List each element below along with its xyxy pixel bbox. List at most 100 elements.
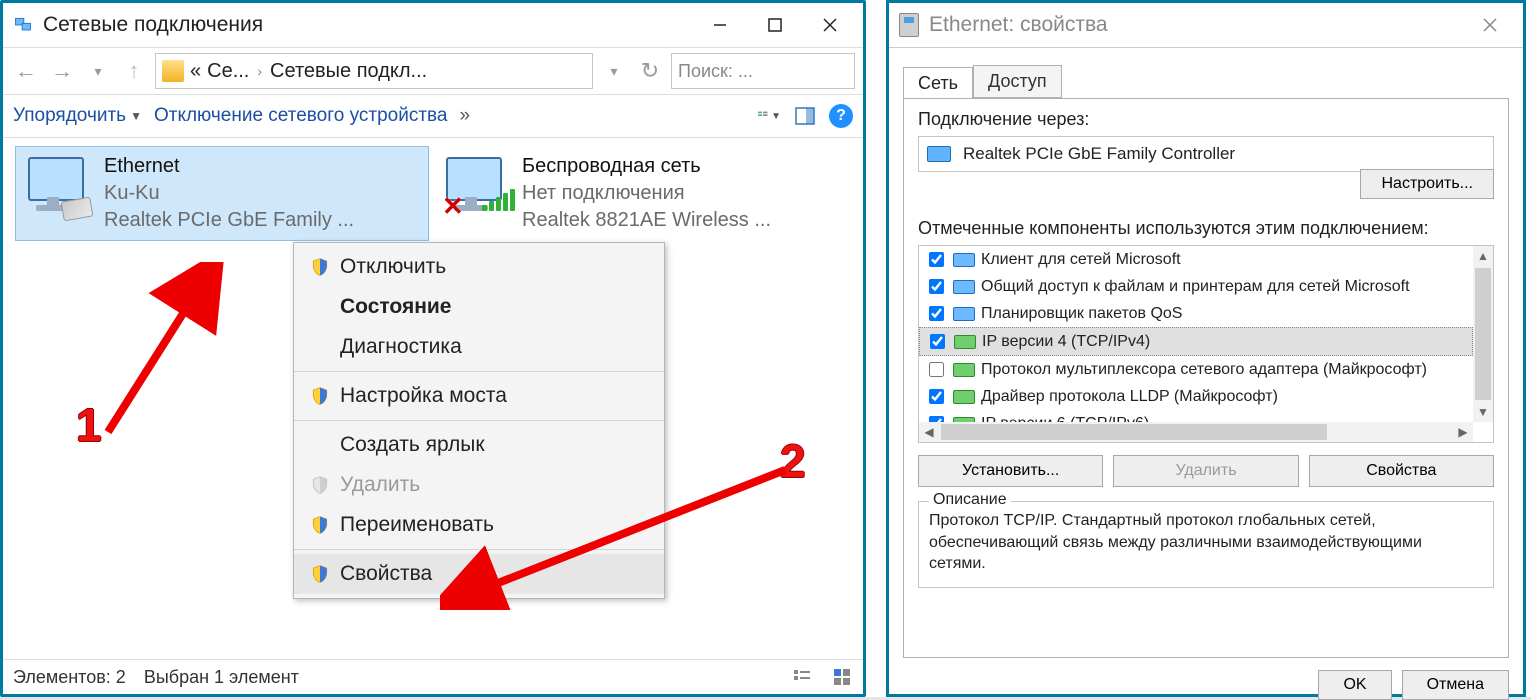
adapter-name: Realtek PCIe GbE Family Controller bbox=[963, 144, 1235, 164]
component-checkbox[interactable] bbox=[930, 334, 945, 349]
configure-button[interactable]: Настроить... bbox=[1360, 169, 1494, 199]
adapter-box[interactable]: Realtek PCIe GbE Family Controller bbox=[918, 136, 1494, 172]
remove-button: Удалить bbox=[1113, 455, 1298, 487]
breadcrumb-part[interactable]: Сетевые подкл... bbox=[270, 60, 427, 83]
scroll-thumb[interactable] bbox=[1475, 268, 1491, 400]
navigation-bar: ← → ▾ ↑ « Се... › Сетевые подкл... ▾ ↻ П… bbox=[3, 47, 863, 95]
scroll-thumb[interactable] bbox=[941, 424, 1327, 440]
component-buttons: Установить... Удалить Свойства bbox=[918, 455, 1494, 487]
scroll-down-icon[interactable]: ▼ bbox=[1473, 402, 1493, 422]
shield-icon bbox=[310, 257, 330, 277]
component-checkbox[interactable] bbox=[929, 306, 944, 321]
separator bbox=[294, 549, 664, 550]
menu-label: Настройка моста bbox=[340, 384, 648, 408]
component-checkbox[interactable] bbox=[929, 362, 944, 377]
preview-pane-button[interactable] bbox=[793, 104, 817, 128]
monitor-icon bbox=[953, 279, 975, 295]
component-row[interactable]: IP версии 4 (TCP/IPv4) bbox=[919, 327, 1473, 356]
more-commands-button[interactable]: » bbox=[460, 105, 471, 127]
components-list: Клиент для сетей MicrosoftОбщий доступ к… bbox=[918, 245, 1494, 443]
menu-properties[interactable]: Свойства bbox=[294, 554, 664, 594]
button-label: Свойства bbox=[1366, 462, 1436, 479]
back-button[interactable]: ← bbox=[11, 56, 41, 86]
disable-device-button[interactable]: Отключение сетевого устройства bbox=[154, 105, 448, 127]
component-row[interactable]: Общий доступ к файлам и принтерам для се… bbox=[919, 273, 1473, 300]
close-button[interactable] bbox=[802, 5, 857, 45]
component-checkbox[interactable] bbox=[929, 252, 944, 267]
disable-device-label: Отключение сетевого устройства bbox=[154, 105, 448, 127]
folder-icon bbox=[162, 60, 184, 82]
nic-card-icon bbox=[953, 362, 975, 378]
details-view-icon[interactable] bbox=[791, 666, 813, 688]
menu-disable[interactable]: Отключить bbox=[294, 247, 664, 287]
scroll-left-icon[interactable]: ◀ bbox=[919, 422, 939, 442]
component-row[interactable]: Протокол мультиплексора сетевого адаптер… bbox=[919, 356, 1473, 383]
forward-button[interactable]: → bbox=[47, 56, 77, 86]
ok-button[interactable]: OK bbox=[1318, 670, 1391, 700]
help-button[interactable]: ? bbox=[829, 104, 853, 128]
button-label: Удалить bbox=[1175, 462, 1236, 479]
signal-bars-icon bbox=[482, 189, 515, 211]
menu-rename[interactable]: Переименовать bbox=[294, 505, 664, 545]
component-row[interactable]: Планировщик пакетов QoS bbox=[919, 300, 1473, 327]
connection-wireless[interactable]: ✕ Беспроводная сеть Нет подключения Real… bbox=[433, 146, 847, 241]
history-dropdown[interactable]: ▾ bbox=[83, 56, 113, 86]
tab-network[interactable]: Сеть bbox=[903, 67, 973, 99]
component-label: Планировщик пакетов QoS bbox=[981, 305, 1182, 323]
scroll-right-icon[interactable]: ▶ bbox=[1453, 422, 1473, 442]
component-checkbox[interactable] bbox=[929, 389, 944, 404]
view-options-button[interactable]: ▼ bbox=[757, 104, 781, 128]
connection-device: Realtek PCIe GbE Family ... bbox=[104, 207, 354, 234]
large-icons-view-icon[interactable] bbox=[831, 666, 853, 688]
breadcrumb-dropdown[interactable]: ▾ bbox=[599, 56, 629, 86]
adapter-icon bbox=[927, 144, 955, 164]
connection-ethernet[interactable]: Ethernet Ku-Ku Realtek PCIe GbE Family .… bbox=[15, 146, 429, 241]
context-menu: Отключить Состояние Диагностика Настройк… bbox=[293, 242, 665, 599]
component-checkbox[interactable] bbox=[929, 279, 944, 294]
description-text: Протокол TCP/IP. Стандартный протокол гл… bbox=[929, 510, 1483, 575]
connection-status: Нет подключения bbox=[522, 180, 771, 207]
more-commands-label: » bbox=[460, 105, 471, 127]
menu-label: Свойства bbox=[340, 562, 648, 586]
properties-button[interactable]: Свойства bbox=[1309, 455, 1494, 487]
minimize-button[interactable] bbox=[692, 5, 747, 45]
step-1-label: 1 bbox=[76, 398, 102, 452]
maximize-button[interactable] bbox=[747, 5, 802, 45]
breadcrumb-part[interactable]: Се... bbox=[207, 60, 249, 83]
tab-access[interactable]: Доступ bbox=[973, 65, 1062, 98]
connection-device: Realtek 8821AE Wireless ... bbox=[522, 207, 771, 234]
install-button[interactable]: Установить... bbox=[918, 455, 1103, 487]
window-title: Сетевые подключения bbox=[43, 13, 692, 37]
component-row[interactable]: Клиент для сетей Microsoft bbox=[919, 246, 1473, 273]
scroll-up-icon[interactable]: ▲ bbox=[1473, 246, 1493, 266]
component-row[interactable]: IP версии 6 (TCP/IPv6) bbox=[919, 410, 1473, 422]
search-input[interactable]: Поиск: ... bbox=[671, 53, 855, 89]
close-button[interactable] bbox=[1462, 5, 1517, 45]
wireless-icon: ✕ bbox=[440, 153, 512, 225]
menu-create-shortcut[interactable]: Создать ярлык bbox=[294, 425, 664, 465]
ethernet-icon bbox=[22, 153, 94, 225]
cancel-button[interactable]: Отмена bbox=[1402, 670, 1509, 700]
organize-button[interactable]: Упорядочить ▼ bbox=[13, 105, 142, 127]
button-label: Установить... bbox=[962, 462, 1059, 479]
breadcrumb[interactable]: « Се... › Сетевые подкл... bbox=[155, 53, 593, 89]
tabs: Сеть Доступ bbox=[889, 48, 1523, 98]
component-row[interactable]: Драйвер протокола LLDP (Майкрософт) bbox=[919, 383, 1473, 410]
status-bar: Элементов: 2 Выбран 1 элемент bbox=[3, 659, 863, 694]
menu-delete: Удалить bbox=[294, 465, 664, 505]
disconnected-icon: ✕ bbox=[442, 191, 466, 215]
horizontal-scrollbar[interactable]: ◀ ▶ bbox=[919, 422, 1473, 442]
menu-diagnose[interactable]: Диагностика bbox=[294, 327, 664, 367]
component-label: Протокол мультиплексора сетевого адаптер… bbox=[981, 361, 1427, 379]
menu-label: Диагностика bbox=[340, 335, 648, 359]
window-title: Ethernet: свойства bbox=[929, 13, 1462, 37]
vertical-scrollbar[interactable]: ▲ ▼ bbox=[1473, 246, 1493, 422]
menu-status[interactable]: Состояние bbox=[294, 287, 664, 327]
step-2-label: 2 bbox=[780, 434, 806, 488]
description-group: Описание Протокол TCP/IP. Стандартный пр… bbox=[918, 501, 1494, 588]
up-button[interactable]: ↑ bbox=[119, 56, 149, 86]
menu-label: Отключить bbox=[340, 255, 648, 279]
refresh-button[interactable]: ↻ bbox=[635, 56, 665, 86]
menu-bridge[interactable]: Настройка моста bbox=[294, 376, 664, 416]
chevron-down-icon: ▼ bbox=[130, 109, 142, 123]
